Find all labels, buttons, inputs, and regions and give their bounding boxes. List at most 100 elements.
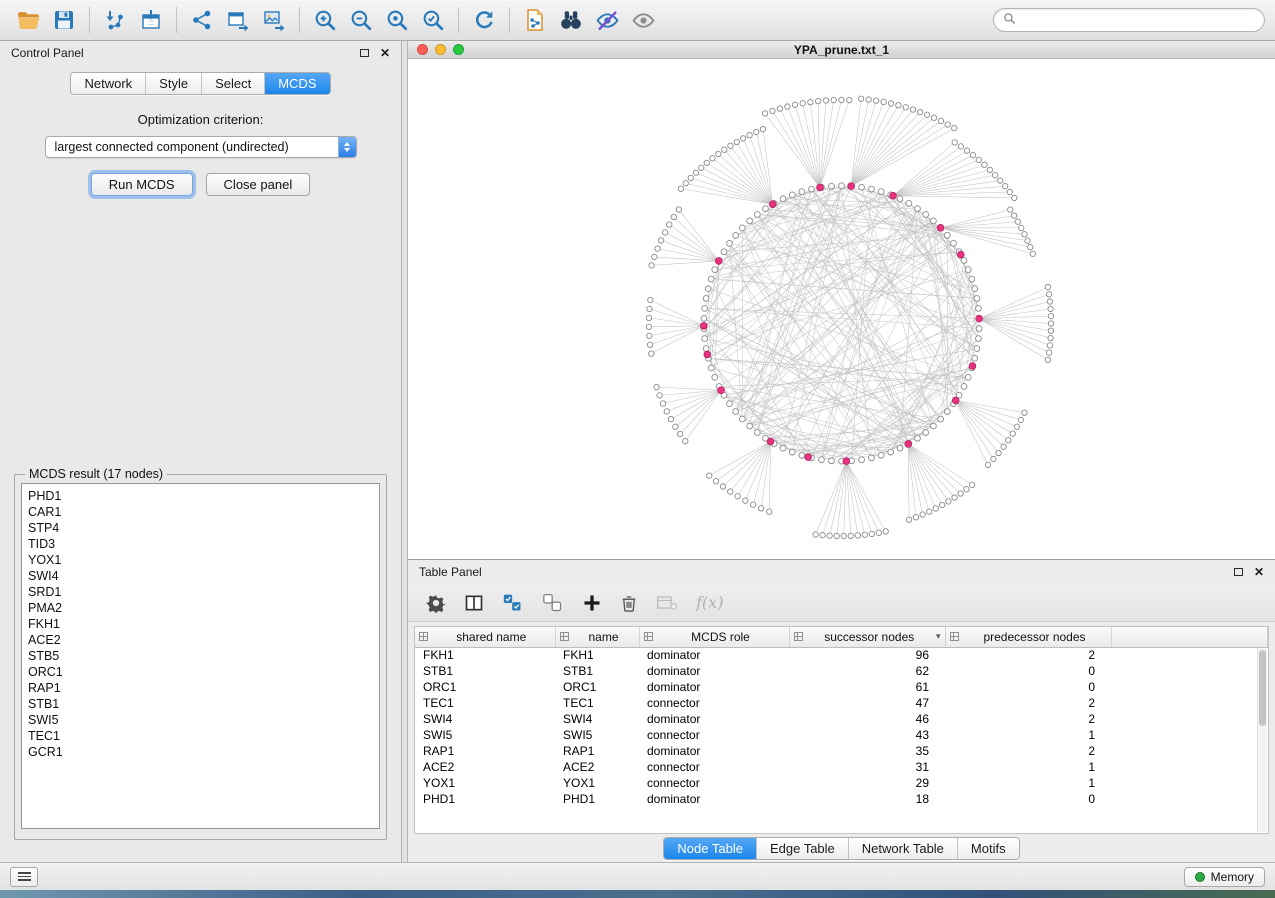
run-mcds-button[interactable]: Run MCDS [91,173,193,196]
cell-predecessors[interactable]: 1 [945,759,1111,775]
mcds-result-item[interactable]: TEC1 [28,728,373,744]
cell-successors[interactable]: 62 [789,663,945,679]
cell-role[interactable]: dominator [639,647,789,663]
cell-successors[interactable]: 96 [789,647,945,663]
mcds-result-item[interactable]: ORC1 [28,664,373,680]
cell-shared_name[interactable]: STB1 [415,663,555,679]
cell-predecessors[interactable]: 2 [945,695,1111,711]
cell-name[interactable]: YOX1 [555,775,639,791]
mcds-result-item[interactable]: SWI5 [28,712,373,728]
network-file-share-icon[interactable] [517,4,553,36]
optimization-criterion-select[interactable]: largest connected component (undirected) [45,136,357,158]
cell-name[interactable]: STB1 [555,663,639,679]
cell-successors[interactable]: 18 [789,791,945,807]
export-image-icon[interactable] [256,4,292,36]
mcds-result-item[interactable]: RAP1 [28,680,373,696]
tab-style[interactable]: Style [145,73,201,94]
cell-shared_name[interactable]: ORC1 [415,679,555,695]
network-search-box[interactable] [993,8,1265,32]
cell-successors[interactable]: 31 [789,759,945,775]
cell-shared_name[interactable]: TEC1 [415,695,555,711]
cell-role[interactable]: dominator [639,663,789,679]
network-graph[interactable] [408,59,1275,559]
cell-shared_name[interactable]: YOX1 [415,775,555,791]
mcds-result-item[interactable]: YOX1 [28,552,373,568]
close-window-icon[interactable] [417,44,428,55]
column-header-predecessor-nodes[interactable]: predecessor nodes [945,627,1111,647]
import-network-icon[interactable] [97,4,133,36]
add-row-icon[interactable] [582,590,602,616]
open-folder-icon[interactable] [10,4,46,36]
cell-role[interactable]: dominator [639,791,789,807]
column-header-successor-nodes[interactable]: successor nodes▾ [789,627,945,647]
cell-predecessors[interactable]: 1 [945,727,1111,743]
cell-predecessors[interactable]: 0 [945,791,1111,807]
cell-name[interactable]: SWI5 [555,727,639,743]
delete-row-icon[interactable] [620,590,638,616]
zoom-fit-icon[interactable] [379,4,415,36]
tab-motifs[interactable]: Motifs [957,838,1019,859]
mcds-result-item[interactable]: STB1 [28,696,373,712]
cell-successors[interactable]: 46 [789,711,945,727]
cell-role[interactable]: dominator [639,679,789,695]
zoom-window-icon[interactable] [453,44,464,55]
cell-predecessors[interactable]: 0 [945,663,1111,679]
mcds-result-item[interactable]: ACE2 [28,632,373,648]
deselect-all-icon[interactable] [542,590,564,616]
cell-role[interactable]: connector [639,759,789,775]
cell-successors[interactable]: 43 [789,727,945,743]
export-network-icon[interactable] [184,4,220,36]
tab-network-table[interactable]: Network Table [848,838,957,859]
mcds-result-item[interactable]: STB5 [28,648,373,664]
table-row[interactable]: TEC1TEC1connector472 [415,695,1268,711]
table-row[interactable]: SWI4SWI4dominator462 [415,711,1268,727]
mcds-result-item[interactable]: PMA2 [28,600,373,616]
cell-shared_name[interactable]: SWI5 [415,727,555,743]
cell-role[interactable]: connector [639,775,789,791]
table-row[interactable]: FKH1FKH1dominator962 [415,647,1268,663]
cell-name[interactable]: SWI4 [555,711,639,727]
tab-node-table[interactable]: Node Table [664,838,756,859]
cell-role[interactable]: dominator [639,711,789,727]
status-menu-icon[interactable] [10,867,38,887]
zoom-in-icon[interactable] [307,4,343,36]
sort-arrow-icon[interactable]: ▾ [936,631,941,642]
mcds-result-list[interactable]: PHD1CAR1STP4TID3YOX1SWI4SRD1PMA2FKH1ACE2… [21,483,380,829]
column-header-name[interactable]: name [555,627,639,647]
table-row[interactable]: YOX1YOX1connector291 [415,775,1268,791]
cell-successors[interactable]: 29 [789,775,945,791]
cell-shared_name[interactable]: SWI4 [415,711,555,727]
mcds-result-item[interactable]: FKH1 [28,616,373,632]
float-panel-icon[interactable] [360,49,369,57]
cell-name[interactable]: TEC1 [555,695,639,711]
select-all-icon[interactable] [502,590,524,616]
tab-mcds[interactable]: MCDS [264,73,329,94]
cell-name[interactable]: FKH1 [555,647,639,663]
export-table-icon[interactable] [220,4,256,36]
zoom-out-icon[interactable] [343,4,379,36]
cell-successors[interactable]: 47 [789,695,945,711]
cell-shared_name[interactable]: RAP1 [415,743,555,759]
zoom-selected-icon[interactable] [415,4,451,36]
float-table-panel-icon[interactable] [1234,568,1243,576]
network-canvas[interactable] [408,59,1275,559]
table-row[interactable]: ACE2ACE2connector311 [415,759,1268,775]
mcds-result-item[interactable]: CAR1 [28,504,373,520]
cell-shared_name[interactable]: ACE2 [415,759,555,775]
table-scrollbar-thumb[interactable] [1259,650,1266,726]
eye-icon[interactable] [625,4,661,36]
mcds-result-item[interactable]: GCR1 [28,744,373,760]
cell-name[interactable]: RAP1 [555,743,639,759]
cell-name[interactable]: ORC1 [555,679,639,695]
binoculars-icon[interactable] [553,4,589,36]
cell-successors[interactable]: 35 [789,743,945,759]
search-input[interactable] [1021,13,1255,27]
cell-role[interactable]: connector [639,695,789,711]
graphics-details-icon[interactable] [589,4,625,36]
table-settings-icon[interactable] [426,590,446,616]
cell-predecessors[interactable]: 0 [945,679,1111,695]
table-row[interactable]: ORC1ORC1dominator610 [415,679,1268,695]
tab-select[interactable]: Select [201,73,264,94]
save-icon[interactable] [46,4,82,36]
minimize-window-icon[interactable] [435,44,446,55]
